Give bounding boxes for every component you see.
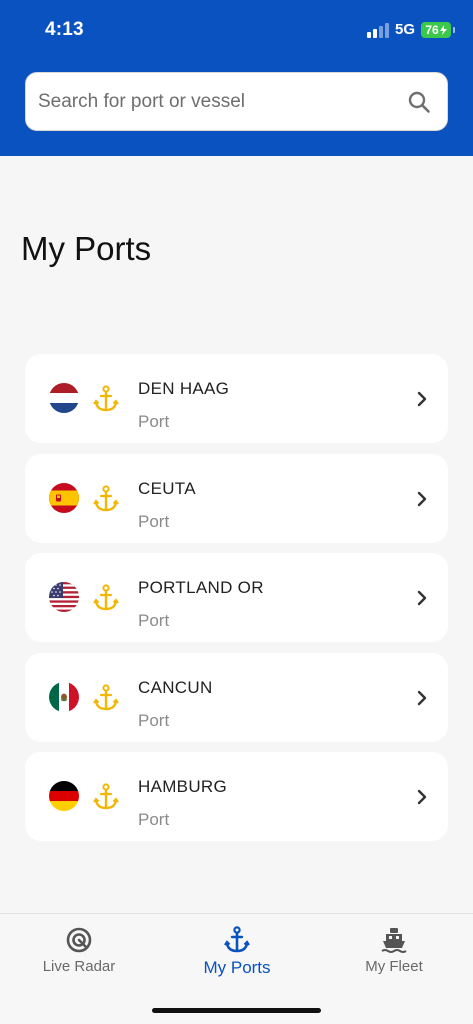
network-type: 5G xyxy=(394,21,415,38)
anchor-icon xyxy=(93,484,119,511)
home-indicator xyxy=(152,1008,321,1013)
germany-flag-icon xyxy=(49,781,79,811)
anchor-icon xyxy=(93,683,119,710)
mexico-flag-icon xyxy=(49,681,79,712)
battery-icon: 76 xyxy=(421,21,455,38)
chevron-right-icon xyxy=(417,690,427,705)
signal-icon xyxy=(366,22,389,38)
chevron-right-icon xyxy=(417,590,427,606)
search-icon[interactable] xyxy=(407,90,431,114)
usa-flag-icon xyxy=(49,582,79,612)
port-card-hamburg[interactable]: HAMBURG Port xyxy=(25,752,448,841)
port-name: CANCUN xyxy=(138,677,213,697)
page-title: My Ports xyxy=(21,230,152,267)
port-type: Port xyxy=(138,810,170,829)
port-card-ceuta[interactable]: CEUTA Port xyxy=(25,453,448,543)
chevron-right-icon xyxy=(417,491,427,506)
tab-label: My Ports xyxy=(203,958,271,977)
tab-live-radar[interactable]: Live Radar xyxy=(0,926,158,975)
anchor-icon xyxy=(93,783,119,810)
battery-level: 76 xyxy=(425,22,439,37)
port-name: HAMBURG xyxy=(138,777,227,796)
port-type: Port xyxy=(138,412,170,431)
port-card-portland-or[interactable]: PORTLAND OR Port xyxy=(25,553,448,642)
ship-icon xyxy=(381,928,407,953)
port-card-cancun[interactable]: CANCUN Port xyxy=(25,652,448,742)
port-list: DEN HAAG Port CEUTA Port PORTLAND OR Por… xyxy=(25,354,448,852)
port-name: PORTLAND OR xyxy=(138,578,264,597)
anchor-icon xyxy=(93,385,119,412)
search-input[interactable] xyxy=(38,90,407,113)
port-card-den-haag[interactable]: DEN HAAG Port xyxy=(25,354,448,443)
chevron-right-icon xyxy=(417,391,427,407)
status-time: 4:13 xyxy=(45,19,84,40)
tab-my-ports[interactable]: My Ports xyxy=(158,926,316,978)
tab-label: My Fleet xyxy=(365,958,423,975)
anchor-icon xyxy=(224,926,250,953)
port-name: CEUTA xyxy=(138,478,196,498)
port-type: Port xyxy=(138,611,170,630)
anchor-icon xyxy=(93,584,119,611)
spain-flag-icon xyxy=(49,482,79,513)
chevron-right-icon xyxy=(417,789,427,805)
port-name: DEN HAAG xyxy=(138,379,230,398)
port-type: Port xyxy=(138,710,170,730)
radar-icon xyxy=(66,927,92,953)
app-header: 4:13 5G 76 xyxy=(0,0,473,156)
search-bar[interactable] xyxy=(25,72,448,131)
port-type: Port xyxy=(138,511,170,531)
status-indicators: 5G 76 xyxy=(366,21,455,38)
netherlands-flag-icon xyxy=(49,383,79,413)
tab-my-fleet[interactable]: My Fleet xyxy=(315,926,473,975)
tab-label: Live Radar xyxy=(42,958,116,975)
